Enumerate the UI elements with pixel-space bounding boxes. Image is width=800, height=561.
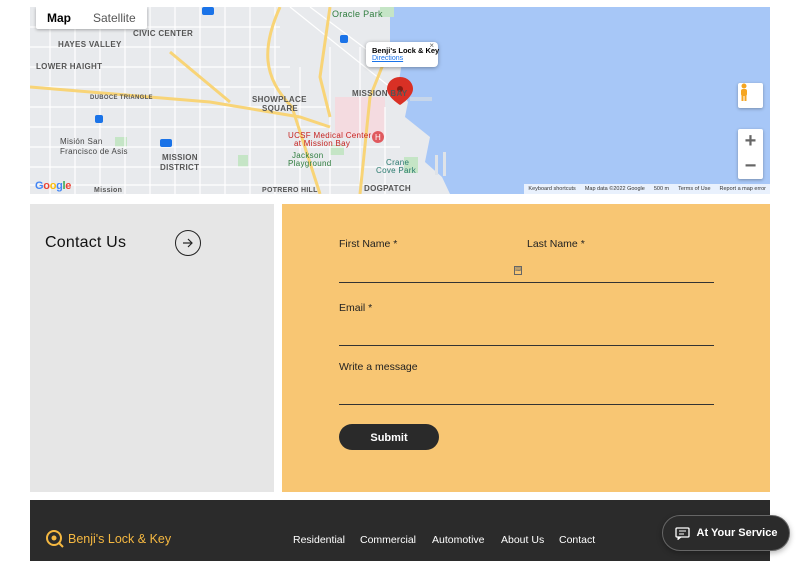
map-label: HAYES VALLEY: [58, 40, 122, 49]
terms-link[interactable]: Terms of Use: [678, 184, 710, 194]
name-underline: [339, 282, 714, 283]
message-field[interactable]: [339, 382, 718, 404]
map-label: DOGPATCH: [364, 184, 411, 193]
footer-nav-commercial[interactable]: Commercial: [360, 534, 416, 546]
site-logo[interactable]: Benji's Lock & Key: [45, 529, 171, 548]
map-label: Playground: [288, 159, 332, 168]
map-label: Mission: [94, 187, 123, 194]
chat-label: At Your Service: [696, 527, 778, 539]
submit-button[interactable]: Submit: [339, 424, 439, 450]
first-name-label: First Name *: [339, 238, 398, 250]
map-label: SQUARE: [262, 104, 299, 113]
svg-text:H: H: [375, 133, 381, 142]
last-name-label: Last Name *: [527, 238, 585, 250]
map-label: Oracle Park: [332, 9, 383, 19]
scale-text[interactable]: 500 m: [654, 184, 669, 194]
map-label: CIVIC CENTER: [133, 29, 194, 38]
map-type-tabs: Map Satellite: [36, 7, 147, 29]
report-error-link[interactable]: Report a map error: [720, 184, 766, 194]
contact-arrow-button[interactable]: [175, 230, 201, 256]
map-attribution: Keyboard shortcuts Map data ©2022 Google…: [524, 184, 770, 194]
footer-nav-residential[interactable]: Residential: [293, 534, 345, 546]
map-label: Francisco de Asis: [60, 147, 128, 156]
chat-icon: [674, 526, 690, 540]
contact-title: Contact Us: [45, 234, 127, 251]
map-label: DISTRICT: [160, 163, 200, 172]
map-tab-satellite[interactable]: Satellite: [82, 7, 147, 29]
keyboard-shortcuts-link[interactable]: Keyboard shortcuts: [528, 184, 575, 194]
keyboard-icon: ⌨: [514, 266, 523, 275]
map-info-window: Benji's Lock & Key Directions ×: [366, 41, 440, 67]
footer-nav-about[interactable]: About Us: [501, 534, 544, 546]
pegman-icon: [741, 83, 747, 101]
map-label: LOWER HAIGHT: [36, 62, 103, 71]
directions-link[interactable]: Directions: [372, 55, 438, 62]
map-label: POTRERO HILL: [262, 187, 318, 194]
email-underline: [339, 345, 714, 346]
footer: Benji's Lock & Key Residential Commercia…: [30, 500, 770, 561]
zoom-in-button[interactable]: +: [738, 129, 763, 154]
map-label: at Mission Bay: [294, 139, 351, 148]
info-title: Benji's Lock & Key: [372, 46, 440, 55]
footer-nav-automotive[interactable]: Automotive: [432, 534, 485, 546]
logo-text: Benji's Lock & Key: [68, 531, 172, 546]
key-magnifier-icon: [46, 530, 64, 548]
message-underline: [339, 404, 714, 405]
close-icon[interactable]: ×: [429, 41, 434, 50]
map[interactable]: H Map Satellite HAYES VALLEY CIVIC CENTE…: [30, 7, 770, 194]
map-label: MISSION BAY: [352, 89, 408, 98]
map-label: DUBOCE TRIANGLE: [90, 95, 153, 101]
map-label: MISSION: [162, 153, 198, 162]
zoom-out-button[interactable]: −: [738, 154, 763, 179]
email-label: Email *: [339, 302, 373, 314]
google-logo: Google: [35, 180, 72, 192]
contact-form: First Name * ⌨ Last Name * Email * Write…: [282, 204, 770, 492]
map-label: SHOWPLACE: [252, 95, 307, 104]
map-label: Misión San: [60, 137, 103, 146]
email-field[interactable]: [339, 324, 718, 346]
chat-widget-button[interactable]: At Your Service: [662, 515, 790, 551]
map-tab-map[interactable]: Map: [36, 7, 82, 29]
map-label: Cove Park: [376, 166, 417, 175]
last-name-field[interactable]: [527, 262, 718, 284]
arrow-right-icon: [183, 238, 193, 248]
contact-panel: Contact Us: [30, 204, 274, 492]
footer-nav-contact[interactable]: Contact: [559, 534, 595, 546]
first-name-field[interactable]: [339, 262, 518, 284]
message-label: Write a message: [339, 361, 418, 373]
map-data-text: Map data ©2022 Google: [584, 186, 645, 192]
zoom-control: + −: [738, 129, 763, 179]
pegman-button[interactable]: [738, 83, 763, 108]
